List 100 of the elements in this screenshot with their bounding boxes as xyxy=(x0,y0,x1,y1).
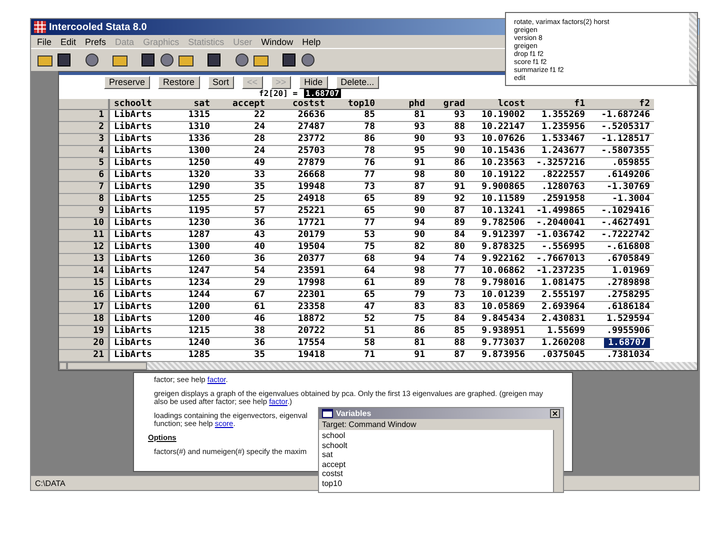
table-cell[interactable]: LibArts xyxy=(109,338,169,350)
row-number[interactable]: 3 xyxy=(59,134,109,146)
table-cell[interactable]: 1255 xyxy=(169,194,214,206)
table-cell[interactable]: .2591958 xyxy=(529,194,589,206)
table-cell[interactable]: 80 xyxy=(429,242,469,254)
table-cell[interactable]: 93 xyxy=(429,110,469,122)
table-cell[interactable]: -1.499865 xyxy=(529,206,589,218)
table-cell[interactable]: 27879 xyxy=(269,158,329,170)
table-cell[interactable]: 40 xyxy=(214,242,269,254)
table-cell[interactable]: 24 xyxy=(214,146,269,158)
column-header[interactable]: costst xyxy=(269,98,329,110)
table-cell[interactable]: 86 xyxy=(379,326,429,338)
table-cell[interactable]: 10.19122 xyxy=(469,170,529,182)
column-header[interactable]: phd xyxy=(379,98,429,110)
table-cell[interactable]: 89 xyxy=(379,194,429,206)
table-cell[interactable]: 43 xyxy=(214,230,269,242)
table-cell[interactable]: LibArts xyxy=(109,110,169,122)
table-cell[interactable]: 33 xyxy=(214,170,269,182)
table-cell[interactable]: -1.036742 xyxy=(529,230,589,242)
table-cell[interactable]: 47 xyxy=(329,302,379,314)
table-cell[interactable]: LibArts xyxy=(109,254,169,266)
table-cell[interactable]: 38 xyxy=(214,326,269,338)
table-cell[interactable]: 1260 xyxy=(169,254,214,266)
table-cell[interactable]: .8222557 xyxy=(529,170,589,182)
table-cell[interactable]: 23591 xyxy=(269,266,329,278)
table-cell[interactable]: 29 xyxy=(214,278,269,290)
row-number[interactable]: 4 xyxy=(59,146,109,158)
table-cell[interactable]: 26636 xyxy=(269,110,329,122)
table-cell[interactable]: 9.900865 xyxy=(469,182,529,194)
table-cell[interactable]: 9.798016 xyxy=(469,278,529,290)
table-cell[interactable]: 77 xyxy=(429,266,469,278)
table-cell[interactable]: 65 xyxy=(329,290,379,302)
table-cell[interactable]: 94 xyxy=(379,254,429,266)
table-cell[interactable]: 17554 xyxy=(269,338,329,350)
variable-item[interactable]: accept xyxy=(322,460,550,469)
table-cell[interactable]: 1200 xyxy=(169,314,214,326)
table-cell[interactable]: LibArts xyxy=(109,158,169,170)
table-cell[interactable]: 78 xyxy=(429,278,469,290)
horizontal-scrollbar[interactable] xyxy=(59,362,697,370)
table-cell[interactable]: -.556995 xyxy=(529,242,589,254)
table-cell[interactable]: LibArts xyxy=(109,170,169,182)
table-cell[interactable]: LibArts xyxy=(109,314,169,326)
table-cell[interactable]: 68 xyxy=(329,254,379,266)
table-cell[interactable]: 1287 xyxy=(169,230,214,242)
table-cell[interactable]: 17721 xyxy=(269,218,329,230)
column-header[interactable]: schoolt xyxy=(109,98,169,110)
table-cell[interactable]: 86 xyxy=(429,158,469,170)
table-cell[interactable]: 10.11589 xyxy=(469,194,529,206)
table-cell[interactable]: 22 xyxy=(214,110,269,122)
table-cell[interactable]: LibArts xyxy=(109,122,169,134)
table-cell[interactable]: 19504 xyxy=(269,242,329,254)
table-cell[interactable]: 75 xyxy=(329,242,379,254)
table-cell[interactable]: 84 xyxy=(429,314,469,326)
editor-button[interactable]: Hide xyxy=(299,76,328,89)
table-cell[interactable]: 75 xyxy=(379,314,429,326)
table-cell[interactable]: 10.23563 xyxy=(469,158,529,170)
table-cell[interactable]: 10.13241 xyxy=(469,206,529,218)
row-number[interactable]: 1 xyxy=(59,110,109,122)
table-cell[interactable]: 9.938951 xyxy=(469,326,529,338)
table-cell[interactable]: 24 xyxy=(214,122,269,134)
table-cell[interactable]: 93 xyxy=(379,122,429,134)
table-cell[interactable]: 9.845434 xyxy=(469,314,529,326)
row-number[interactable]: 19 xyxy=(59,326,109,338)
table-cell[interactable]: 23772 xyxy=(269,134,329,146)
table-cell[interactable]: 82 xyxy=(379,242,429,254)
table-cell[interactable]: LibArts xyxy=(109,182,169,194)
column-header[interactable]: sat xyxy=(169,98,214,110)
table-cell[interactable]: 1.55699 xyxy=(529,326,589,338)
row-number[interactable]: 7 xyxy=(59,182,109,194)
table-cell[interactable]: 24918 xyxy=(269,194,329,206)
table-cell[interactable]: LibArts xyxy=(109,146,169,158)
table-cell[interactable]: 9.782506 xyxy=(469,218,529,230)
table-cell[interactable]: LibArts xyxy=(109,290,169,302)
table-cell[interactable]: 10.06862 xyxy=(469,266,529,278)
table-cell[interactable]: 1.243677 xyxy=(529,146,589,158)
table-cell[interactable]: 78 xyxy=(329,122,379,134)
table-cell[interactable]: 10.15436 xyxy=(469,146,529,158)
table-cell[interactable]: 91 xyxy=(379,158,429,170)
table-cell[interactable]: LibArts xyxy=(109,326,169,338)
table-cell[interactable]: 1200 xyxy=(169,302,214,314)
table-cell[interactable]: 10.19002 xyxy=(469,110,529,122)
table-cell[interactable]: 1315 xyxy=(169,110,214,122)
menu-item[interactable]: File xyxy=(37,36,52,46)
table-cell[interactable]: 87 xyxy=(379,182,429,194)
table-cell[interactable]: 19948 xyxy=(269,182,329,194)
menu-item[interactable]: Window xyxy=(261,36,294,46)
table-cell[interactable]: 1310 xyxy=(169,122,214,134)
table-cell[interactable]: 9.922162 xyxy=(469,254,529,266)
table-cell[interactable]: 1195 xyxy=(169,206,214,218)
table-cell[interactable]: 10.07626 xyxy=(469,134,529,146)
table-cell[interactable]: 90 xyxy=(429,146,469,158)
table-cell[interactable]: LibArts xyxy=(109,194,169,206)
table-cell[interactable]: 83 xyxy=(379,302,429,314)
table-cell[interactable]: 90 xyxy=(379,230,429,242)
column-header[interactable]: top10 xyxy=(329,98,379,110)
menu-item[interactable]: Help xyxy=(302,36,321,46)
table-cell[interactable]: LibArts xyxy=(109,266,169,278)
table-cell[interactable]: 54 xyxy=(214,266,269,278)
table-cell[interactable]: 78 xyxy=(329,146,379,158)
row-number[interactable]: 20 xyxy=(59,338,109,350)
